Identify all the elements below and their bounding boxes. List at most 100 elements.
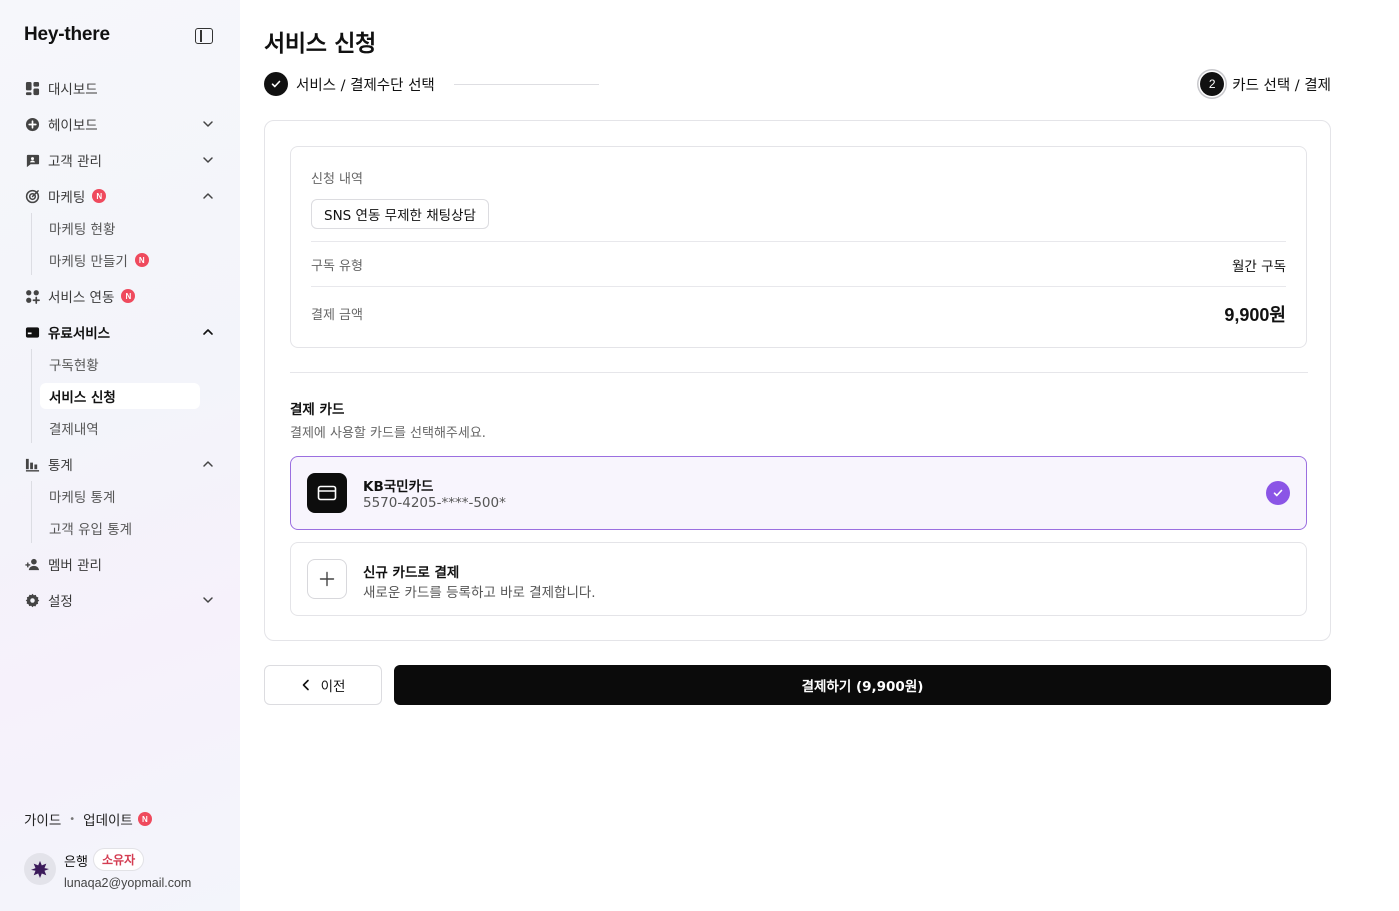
prev-button[interactable]: 이전 [264,665,382,705]
plus-icon [307,559,347,599]
sidebar-subitem-label: 구독현황 [49,358,99,374]
sidebar-item-label: 멤버 관리 [48,558,102,574]
chat-bubble-icon [24,152,40,168]
new-badge: N [92,189,107,203]
sidebar: Hey-there 대시보드 헤이보드 고객 관리 마케팅 N 마케팅 현황 마… [0,0,240,911]
plus-circle-icon [24,116,40,132]
sidebar-item-label: 마케팅 [48,190,86,206]
card-number: 5570-4205-****-500* [363,495,506,511]
sidebar-subitem-label: 고객 유입 통계 [49,522,133,538]
new-badge: N [121,289,136,303]
avatar[interactable] [24,853,56,885]
sidebar-item-label: 서비스 연동 [48,290,115,306]
members-icon [24,556,40,572]
chevron-up-icon[interactable] [200,456,216,472]
sidebar-subitem-marketing-stats[interactable]: 마케팅 통계 [40,483,200,509]
sidebar-collapse-icon[interactable] [195,28,213,44]
gear-icon [24,592,40,608]
update-link[interactable]: 업데이트 [83,809,133,829]
sidebar-subitem-label: 결제내역 [49,422,99,438]
sidebar-subitem-label: 마케팅 현황 [49,222,116,238]
avatar-star-icon [31,860,49,878]
role-badge: 소유자 [93,848,145,871]
card-option-kb[interactable]: KB국민카드 5570-4205-****-500* [290,456,1307,530]
sidebar-subitem-label: 마케팅 통계 [49,490,116,506]
sidebar-item-label: 고객 관리 [48,154,102,170]
brand-logo[interactable]: Hey-there [24,24,110,46]
credit-card-icon [24,324,40,340]
sidebar-item-label: 헤이보드 [48,118,98,134]
order-summary: 신청 내역 SNS 연동 무제한 채팅상담 구독 유형 월간 구독 결제 금액 … [290,146,1307,348]
step-number: 2 [1200,72,1225,96]
card-description: 새로운 카드를 등록하고 바로 결제합니다. [363,585,596,601]
sidebar-item-settings[interactable]: 설정 [24,588,216,612]
target-icon [24,188,40,204]
chevron-down-icon[interactable] [200,592,216,608]
apps-grid-icon [24,288,40,304]
sidebar-item-heyboard[interactable]: 헤이보드 [24,112,216,136]
sidebar-footer-links: 가이드 • 업데이트 N [24,809,152,829]
card-name: 신규 카드로 결제 [363,565,460,581]
payment-card-title: 결제 카드 [290,402,345,418]
amount-label: 결제 금액 [311,308,363,323]
sidebar-subitem-marketing-create[interactable]: 마케팅 만들기 N [40,247,200,273]
selected-check-icon [1266,481,1290,505]
card-option-new[interactable]: 신규 카드로 결제 새로운 카드를 등록하고 바로 결제합니다. [290,542,1307,616]
sidebar-subitem-label: 서비스 신청 [49,390,116,406]
divider [311,241,1286,242]
applied-label: 신청 내역 [311,172,363,187]
sidebar-item-dashboard[interactable]: 대시보드 [24,76,216,100]
prev-button-label: 이전 [320,679,346,695]
bar-chart-icon [24,456,40,472]
step-2: 2 카드 선택 / 결제 [1200,72,1331,96]
step-1: 서비스 / 결제수단 선택 [264,72,435,96]
sidebar-subitem-service-apply[interactable]: 서비스 신청 [40,383,200,409]
pay-button-label: 결제하기 (9,900원) [801,679,924,695]
submenu-guide-line [31,349,32,443]
chevron-down-icon[interactable] [200,116,216,132]
guide-link[interactable]: 가이드 [24,809,61,829]
sidebar-item-statistics[interactable]: 통계 [24,452,216,476]
amount-value: 9,900원 [1224,305,1286,325]
sidebar-subitem-inflow-stats[interactable]: 고객 유입 통계 [40,515,200,541]
sidebar-subitem-marketing-status[interactable]: 마케팅 현황 [40,215,200,241]
subscription-value: 월간 구독 [1232,259,1286,275]
sidebar-item-customers[interactable]: 고객 관리 [24,148,216,172]
submenu-guide-line [31,481,32,543]
page-title: 서비스 신청 [264,31,377,57]
sidebar-item-marketing[interactable]: 마케팅 N [24,184,216,208]
service-chip: SNS 연동 무제한 채팅상담 [311,199,489,229]
user-email: lunaqa2@yopmail.com [64,876,192,890]
submenu-guide-line [31,213,32,275]
sidebar-item-label: 설정 [48,594,73,610]
check-icon [264,72,288,96]
card-name: KB국민카드 [363,479,434,495]
chevron-left-icon [302,679,309,691]
chevron-down-icon[interactable] [200,152,216,168]
user-name: 은행 [64,855,88,870]
new-badge: N [134,253,149,267]
sidebar-item-integrations[interactable]: 서비스 연동 N [24,284,216,308]
step-label: 서비스 / 결제수단 선택 [296,77,435,94]
sidebar-subitem-payment-history[interactable]: 결제내역 [40,415,200,441]
sidebar-item-label: 대시보드 [48,82,98,98]
credit-card-icon [307,473,347,513]
chevron-up-icon[interactable] [200,188,216,204]
sidebar-subitem-subscriptions[interactable]: 구독현황 [40,351,200,377]
sidebar-item-label: 통계 [48,458,73,474]
sidebar-item-label: 유료서비스 [48,326,111,342]
sidebar-item-paid-services[interactable]: 유료서비스 [24,320,216,344]
separator-dot: • [69,813,76,825]
payment-card-description: 결제에 사용할 카드를 선택해주세요. [290,426,486,441]
new-badge: N [137,812,152,826]
subscription-label: 구독 유형 [311,259,363,274]
sidebar-item-members[interactable]: 멤버 관리 [24,552,216,576]
divider [311,286,1286,287]
step-connector [454,84,599,85]
divider [290,372,1308,373]
step-label: 카드 선택 / 결제 [1232,77,1331,94]
chevron-up-icon[interactable] [200,324,216,340]
payment-card-panel: 신청 내역 SNS 연동 무제한 채팅상담 구독 유형 월간 구독 결제 금액 … [264,120,1331,641]
sidebar-subitem-label: 마케팅 만들기 [49,254,128,270]
pay-button[interactable]: 결제하기 (9,900원) [394,665,1331,705]
